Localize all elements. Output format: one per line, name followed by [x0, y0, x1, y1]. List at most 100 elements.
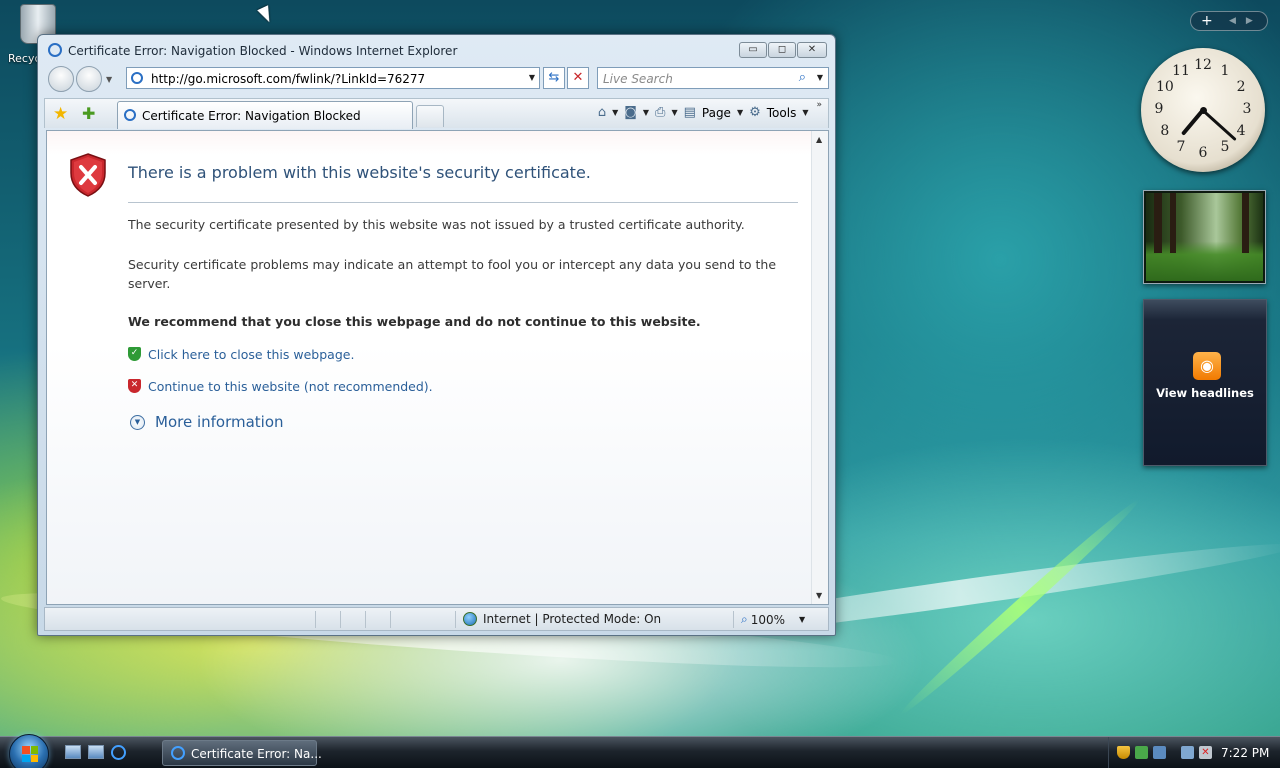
print-icon[interactable]: ⎙	[655, 105, 665, 120]
security-zone-label: Internet | Protected Mode: On	[483, 612, 662, 626]
scroll-up-icon[interactable]: ▲	[816, 135, 822, 144]
zoom-icon: ⌕	[741, 612, 748, 626]
volume-muted-icon[interactable]: ✕	[1199, 746, 1212, 759]
taskbar-ie-icon	[171, 746, 185, 760]
device-icon[interactable]	[1153, 746, 1166, 759]
clock-numeral: 11	[1172, 62, 1190, 79]
forward-button[interactable]	[76, 66, 102, 92]
scroll-down-icon[interactable]: ▼	[816, 591, 822, 600]
close-button[interactable]: ✕	[797, 42, 827, 58]
more-information-toggle[interactable]: ▼ More information	[130, 412, 284, 432]
ie-window: Certificate Error: Navigation Blocked - …	[37, 34, 836, 636]
clock-time[interactable]: 7:22 PM	[1221, 746, 1269, 760]
status-bar: Internet | Protected Mode: On ⌕ 100% ▼	[44, 607, 829, 631]
home-dropdown-icon[interactable]: ▼	[612, 108, 618, 117]
show-desktop-icon[interactable]	[65, 745, 81, 759]
gadget-page-arrows-icon[interactable]: ◀▶	[1229, 16, 1263, 26]
sidebar-controls: + ◀▶	[1190, 11, 1268, 31]
security-zone[interactable]: Internet | Protected Mode: On	[463, 612, 661, 626]
status-divider	[733, 611, 734, 628]
windows-defender-icon[interactable]	[1135, 746, 1148, 759]
address-bar[interactable]: http://go.microsoft.com/fwlink/?LinkId=7…	[126, 67, 540, 89]
favorites-center-icon[interactable]: ★	[53, 104, 68, 124]
caption-buttons: ▭ ◻ ✕	[739, 42, 827, 58]
close-webpage-option: ✓ Click here to close this webpage.	[128, 345, 354, 363]
close-webpage-link[interactable]: Click here to close this webpage.	[148, 347, 354, 362]
stop-button[interactable]: ✕	[567, 67, 589, 89]
page-menu-icon: ▤	[683, 105, 696, 120]
continue-to-website-link[interactable]: Continue to this website (not recommende…	[148, 379, 433, 394]
slideshow-gadget[interactable]	[1143, 190, 1266, 284]
tab-page-icon	[124, 109, 136, 121]
taskbar-ie-button[interactable]: Certificate Error: Na...	[162, 740, 322, 766]
add-to-favorites-icon[interactable]: ✚	[82, 104, 95, 123]
page-dropdown-icon[interactable]: ▼	[737, 108, 743, 117]
status-divider	[315, 611, 316, 628]
address-dropdown-icon[interactable]: ▼	[529, 73, 535, 82]
minimize-button[interactable]: ▭	[739, 42, 767, 58]
title-divider	[128, 202, 798, 203]
recommendation-text: We recommend that you close this webpage…	[128, 314, 701, 329]
address-input[interactable]: http://go.microsoft.com/fwlink/?LinkId=7…	[151, 72, 425, 86]
clock-gadget[interactable]: 11 10 9 8 7 6 5 4 3 2 1 12	[1141, 48, 1265, 172]
clock-numeral: 7	[1176, 139, 1186, 156]
tools-menu-button[interactable]: Tools	[767, 106, 797, 120]
tools-dropdown-icon[interactable]: ▼	[802, 108, 808, 117]
search-options-dropdown-icon[interactable]: ▼	[817, 73, 823, 82]
zoom-dropdown-icon[interactable]: ▼	[799, 615, 805, 624]
description-paragraph: The security certificate presented by th…	[128, 217, 745, 232]
clock-numeral: 1	[1220, 62, 1230, 79]
system-tray: ✕ 7:22 PM	[1108, 737, 1280, 768]
internet-explorer-quicklaunch-icon[interactable]	[111, 745, 126, 760]
windows-flag-icon	[22, 746, 38, 762]
navigation-bar: ▼ http://go.microsoft.com/fwlink/?LinkId…	[46, 65, 829, 92]
switch-windows-icon[interactable]	[88, 745, 104, 759]
search-box[interactable]: Live Search ⌕ ▼	[597, 67, 829, 89]
home-icon[interactable]: ⌂	[598, 105, 606, 120]
continue-option: ✕ Continue to this website (not recommen…	[128, 377, 433, 395]
status-divider	[455, 611, 456, 628]
clock-numeral: 8	[1160, 123, 1170, 139]
add-gadget-icon[interactable]: +	[1201, 13, 1213, 29]
back-button[interactable]	[48, 66, 74, 92]
error-shield-icon	[70, 153, 106, 197]
clock-numeral: 3	[1242, 101, 1252, 117]
zoom-control[interactable]: ⌕ 100% ▼	[741, 612, 805, 627]
new-tab-button[interactable]	[416, 105, 444, 127]
zoom-level: 100%	[750, 612, 786, 627]
network-icon[interactable]	[1181, 746, 1194, 759]
page-title: There is a problem with this website's s…	[128, 163, 591, 182]
title-bar[interactable]: Certificate Error: Navigation Blocked - …	[38, 35, 835, 63]
page-menu-button[interactable]: Page	[702, 106, 731, 120]
taskbar: Certificate Error: Na... ✕ 7:22 PM	[0, 734, 1280, 768]
warning-paragraph: Security certificate problems may indica…	[128, 257, 777, 291]
gear-icon: ⚙	[749, 105, 761, 120]
expand-chevron-icon: ▼	[130, 414, 145, 430]
command-bar: ★ ✚ Certificate Error: Navigation Blocke…	[44, 98, 829, 129]
more-information-label: More information	[155, 413, 284, 431]
status-divider	[365, 611, 366, 628]
window-title: Certificate Error: Navigation Blocked - …	[68, 44, 458, 58]
view-headlines-link[interactable]: View headlines	[1144, 386, 1266, 400]
print-dropdown-icon[interactable]: ▼	[671, 108, 677, 117]
feeds-icon[interactable]: ◙	[624, 105, 637, 120]
clock-numeral: 10	[1155, 79, 1174, 95]
search-icon[interactable]: ⌕	[799, 70, 806, 85]
feeds-dropdown-icon[interactable]: ▼	[643, 108, 649, 117]
recent-pages-dropdown-icon[interactable]: ▼	[106, 75, 112, 84]
start-button[interactable]	[9, 734, 49, 768]
clock-numeral: 9	[1154, 101, 1164, 117]
security-center-icon[interactable]	[1117, 746, 1130, 759]
tab-certificate-error[interactable]: Certificate Error: Navigation Blocked	[117, 101, 413, 129]
taskbar-ie-label: Certificate Error: Na...	[191, 747, 322, 761]
clock-numeral: 6	[1198, 145, 1208, 161]
command-tools: ⌂ ▼ ◙ ▼ ⎙ ▼ ▤ Page ▼ ⚙ Tools ▼ »	[598, 100, 822, 121]
clock-numeral: 12	[1194, 57, 1212, 73]
maximize-button[interactable]: ◻	[768, 42, 796, 58]
search-input[interactable]: Live Search	[603, 72, 673, 86]
chevron-more-icon[interactable]: »	[816, 100, 822, 110]
vertical-scrollbar[interactable]: ▲ ▼	[811, 131, 828, 604]
rss-feed-icon: ◉	[1193, 352, 1221, 380]
refresh-button[interactable]: ⇆	[543, 67, 565, 89]
feed-headlines-gadget[interactable]: ◉ View headlines	[1143, 299, 1267, 466]
